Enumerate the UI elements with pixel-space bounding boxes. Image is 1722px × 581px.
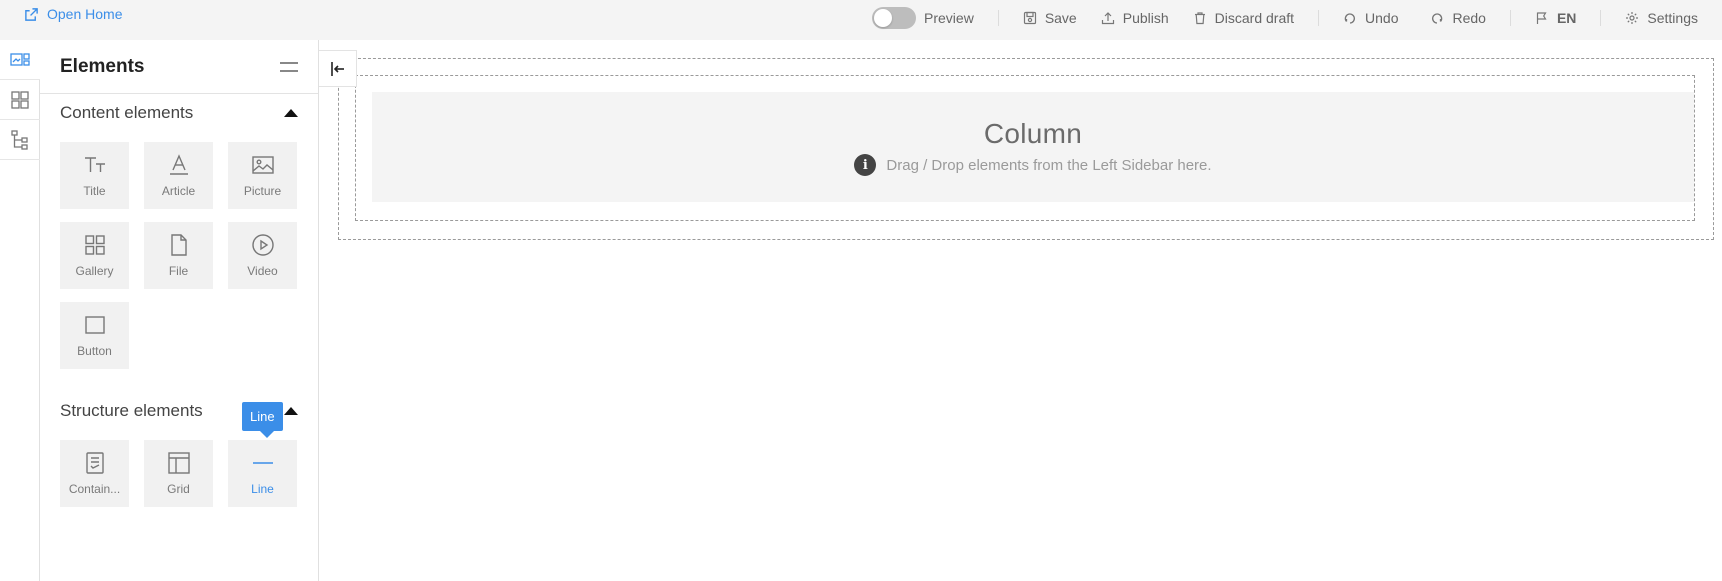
redo-button[interactable]: Redo: [1422, 0, 1509, 36]
layout-grid-icon: [11, 90, 29, 109]
info-icon: i: [854, 154, 877, 176]
tile-label: Gallery: [75, 264, 114, 278]
picture-icon: [251, 156, 274, 174]
column-title: Column: [983, 118, 1083, 149]
upload-icon: [1101, 12, 1114, 25]
elements-icon: [10, 52, 30, 66]
trash-icon: [1194, 12, 1205, 25]
discard-draft-label: Discard draft: [1214, 10, 1295, 26]
container-icon: [85, 452, 104, 474]
structure-elements-grid: Contain... Grid Line: [40, 430, 318, 507]
tile-label: Title: [83, 184, 106, 198]
rail-layouts-button[interactable]: [0, 80, 40, 120]
panel-title: Elements: [60, 55, 145, 77]
language-label: EN: [1556, 10, 1577, 26]
collapse-caret-icon[interactable]: [284, 407, 298, 415]
tree-structure-icon: [11, 129, 28, 150]
toolbar: Preview Save Publish Discard draft Undo …: [848, 0, 1722, 36]
section-title: Content elements: [60, 103, 194, 122]
grid-icon: [167, 452, 190, 474]
button-icon: [84, 316, 105, 334]
publish-label: Publish: [1122, 10, 1169, 26]
element-tile-article[interactable]: Article: [144, 142, 213, 209]
element-tile-container[interactable]: Contain...: [60, 440, 129, 507]
save-icon: [1023, 11, 1036, 25]
external-edit-icon: [25, 7, 38, 21]
section-title: Structure elements: [60, 401, 203, 420]
element-tile-line[interactable]: Line: [228, 440, 297, 507]
element-tile-file[interactable]: File: [144, 222, 213, 289]
article-icon: [169, 154, 188, 175]
video-icon: [251, 234, 274, 256]
row-dropzone[interactable]: Column i Drag / Drop elements from the L…: [355, 75, 1695, 221]
preview-switch[interactable]: [872, 7, 917, 29]
publish-button[interactable]: Publish: [1101, 0, 1193, 36]
collapse-sidebar-button[interactable]: [319, 50, 357, 87]
collapse-caret-icon[interactable]: [284, 109, 298, 117]
tile-label: Button: [77, 344, 112, 358]
tile-label: Article: [161, 184, 196, 198]
preview-label: Preview: [924, 10, 974, 26]
settings-button[interactable]: Settings: [1601, 0, 1722, 36]
elements-panel: Elements Content elements Title Article …: [40, 40, 319, 581]
hamburger-menu-icon[interactable]: [280, 61, 298, 72]
page-canvas: Column i Drag / Drop elements from the L…: [320, 40, 1722, 581]
tile-label: Video: [247, 264, 278, 278]
settings-label: Settings: [1647, 10, 1698, 26]
undo-button[interactable]: Undo: [1319, 0, 1422, 36]
tile-label: Picture: [243, 184, 282, 198]
tile-label: Grid: [167, 482, 190, 496]
gallery-icon: [84, 235, 105, 255]
column-hint: i Drag / Drop elements from the Left Sid…: [854, 154, 1212, 176]
rail-elements-button[interactable]: [0, 40, 40, 80]
undo-label: Undo: [1365, 10, 1399, 26]
text-title-icon: [84, 157, 105, 172]
tile-label: Line: [251, 482, 274, 496]
column-hint-text: Drag / Drop elements from the Left Sideb…: [886, 156, 1212, 174]
line-tooltip: Line: [242, 402, 283, 438]
panel-header: Elements: [40, 40, 318, 94]
tile-label: File: [168, 264, 189, 278]
element-tile-gallery[interactable]: Gallery: [60, 222, 129, 289]
open-home-label: Open Home: [47, 6, 123, 22]
discard-draft-button[interactable]: Discard draft: [1193, 0, 1318, 36]
element-tile-button[interactable]: Button: [60, 302, 129, 369]
column-dropzone[interactable]: Column i Drag / Drop elements from the L…: [372, 92, 1694, 202]
redo-icon: [1432, 13, 1443, 24]
collapse-left-icon: [330, 61, 344, 76]
element-tile-picture[interactable]: Picture: [228, 142, 297, 209]
rail-tree-button[interactable]: [0, 120, 40, 160]
tile-label: Contain...: [68, 482, 121, 496]
file-icon: [170, 234, 187, 256]
top-bar: Open Home Preview Save Publish Discard d…: [0, 0, 1722, 40]
gear-icon: [1626, 12, 1639, 24]
content-elements-grid: Title Article Picture Gallery File Video…: [40, 132, 318, 369]
section-dropzone[interactable]: Column i Drag / Drop elements from the L…: [338, 58, 1714, 240]
element-tile-grid[interactable]: Grid: [144, 440, 213, 507]
open-home-link[interactable]: Open Home: [24, 6, 122, 22]
icon-rail: [0, 40, 40, 581]
line-icon: [252, 462, 273, 464]
preview-toggle[interactable]: Preview: [848, 0, 998, 36]
save-label: Save: [1044, 10, 1077, 26]
undo-icon: [1344, 13, 1356, 24]
save-button[interactable]: Save: [999, 0, 1101, 36]
element-tile-video[interactable]: Video: [228, 222, 297, 289]
language-selector[interactable]: EN: [1511, 0, 1600, 36]
element-tile-title[interactable]: Title: [60, 142, 129, 209]
redo-label: Redo: [1452, 10, 1486, 26]
flag-icon: [1536, 12, 1547, 24]
content-elements-header[interactable]: Content elements: [40, 94, 318, 132]
